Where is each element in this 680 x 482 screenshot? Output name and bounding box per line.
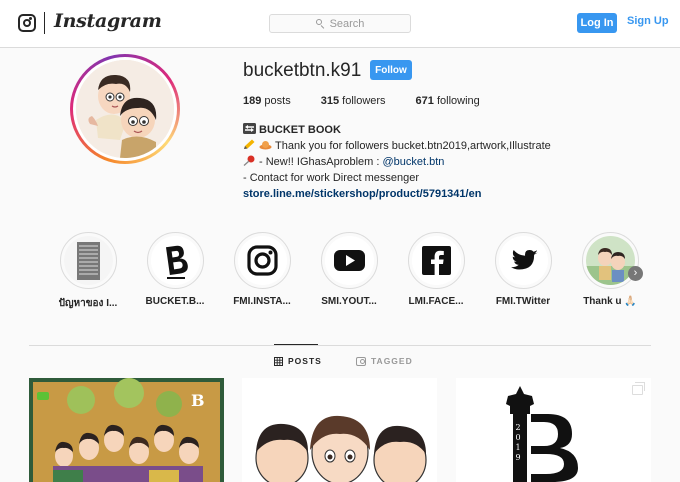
arrows-icon <box>243 123 256 134</box>
youtube-icon <box>324 236 374 285</box>
bio-line-contact: - Contact for work Direct messenger <box>243 172 420 184</box>
search-input[interactable]: Search <box>269 14 411 33</box>
profile-bio: BUCKET BOOK Thank you for followers buck… <box>243 122 663 202</box>
profile-stats: 189 posts 315 followers 671 following <box>243 95 510 107</box>
tab-posts[interactable]: POSTS <box>274 356 322 366</box>
highlight-item[interactable]: FMI.TWitter <box>483 232 563 307</box>
stat-followers[interactable]: 315 followers <box>321 95 386 107</box>
post-thumbnail[interactable] <box>242 378 437 482</box>
tab-tagged[interactable]: TAGGED <box>356 356 413 366</box>
chevron-right-icon[interactable]: › <box>628 266 643 281</box>
highlight-label: Thank u 🙏🏻 <box>583 296 637 307</box>
grid-icon <box>274 356 283 366</box>
thank-you-thumbnail <box>585 236 635 285</box>
post-thumbnail[interactable]: B <box>29 378 224 482</box>
instagram-icon <box>237 236 287 285</box>
instagram-wordmark[interactable]: Instagram <box>54 10 162 32</box>
highlight-item[interactable]: ปัญหาของ I... <box>48 232 128 311</box>
svg-text:2: 2 <box>515 423 520 432</box>
bio-line-thanks: Thank you for followers bucket.btn2019,a… <box>275 140 551 152</box>
highlight-label: BUCKET.B... <box>145 296 205 307</box>
pushpin-icon <box>243 155 255 166</box>
tag-icon <box>356 356 366 366</box>
tab-tagged-label: TAGGED <box>371 356 413 366</box>
facebook-icon <box>411 236 461 285</box>
stat-following[interactable]: 671 following <box>416 95 480 107</box>
search-placeholder: Search <box>329 17 365 30</box>
logo-divider <box>44 12 45 34</box>
twitter-icon <box>498 236 548 285</box>
post-thumbnail[interactable]: 2 0 1 9 <box>456 378 651 482</box>
search-icon <box>315 19 325 28</box>
highlight-label: FMI.INSTA... <box>233 296 291 307</box>
instagram-icon[interactable] <box>18 14 36 32</box>
profile-avatar[interactable] <box>70 54 180 164</box>
tab-posts-label: POSTS <box>288 356 322 366</box>
highlight-item[interactable]: FMI.INSTA... <box>222 232 302 307</box>
svg-text:B: B <box>191 391 205 410</box>
highlight-label: FMI.TWitter <box>495 296 551 307</box>
top-nav-bar: Instagram Search Log In Sign Up <box>0 0 680 48</box>
highlight-label: LMI.FACE... <box>408 296 464 307</box>
active-tab-indicator <box>274 344 318 345</box>
bio-external-link[interactable]: store.line.me/stickershop/product/579134… <box>243 186 663 202</box>
bio-name: BUCKET BOOK <box>259 124 341 136</box>
login-button[interactable]: Log In <box>577 13 617 33</box>
svg-text:1: 1 <box>515 443 520 452</box>
carousel-icon <box>632 382 645 395</box>
notice-thumbnail-icon <box>63 236 113 285</box>
sun-hat-icon <box>259 141 272 150</box>
signup-link[interactable]: Sign Up <box>627 15 669 27</box>
highlight-label: SMI.YOUT... <box>321 296 377 307</box>
pencil-icon <box>244 139 255 149</box>
avatar-illustration <box>76 60 174 158</box>
highlight-item[interactable]: SMI.YOUT... <box>309 232 389 307</box>
svg-text:0: 0 <box>515 433 520 442</box>
highlight-item[interactable]: BUCKET.B... <box>135 232 215 307</box>
highlight-item[interactable]: LMI.FACE... <box>396 232 476 307</box>
stat-posts: 189 posts <box>243 95 291 107</box>
follow-button[interactable]: Follow <box>370 60 412 80</box>
svg-text:9: 9 <box>515 453 520 462</box>
bio-line-new: - New!! IGhasAproblem : <box>259 156 383 168</box>
bucket-logo-icon <box>150 236 200 285</box>
bio-mention-link[interactable]: @bucket.btn <box>383 156 445 168</box>
profile-username: bucketbtn.k91 <box>243 60 362 81</box>
story-highlights: ปัญหาของ I... BUCKET.B... FMI.INSTA... S… <box>48 232 648 312</box>
tab-divider <box>29 345 651 346</box>
highlight-label: ปัญหาของ I... <box>58 298 118 309</box>
